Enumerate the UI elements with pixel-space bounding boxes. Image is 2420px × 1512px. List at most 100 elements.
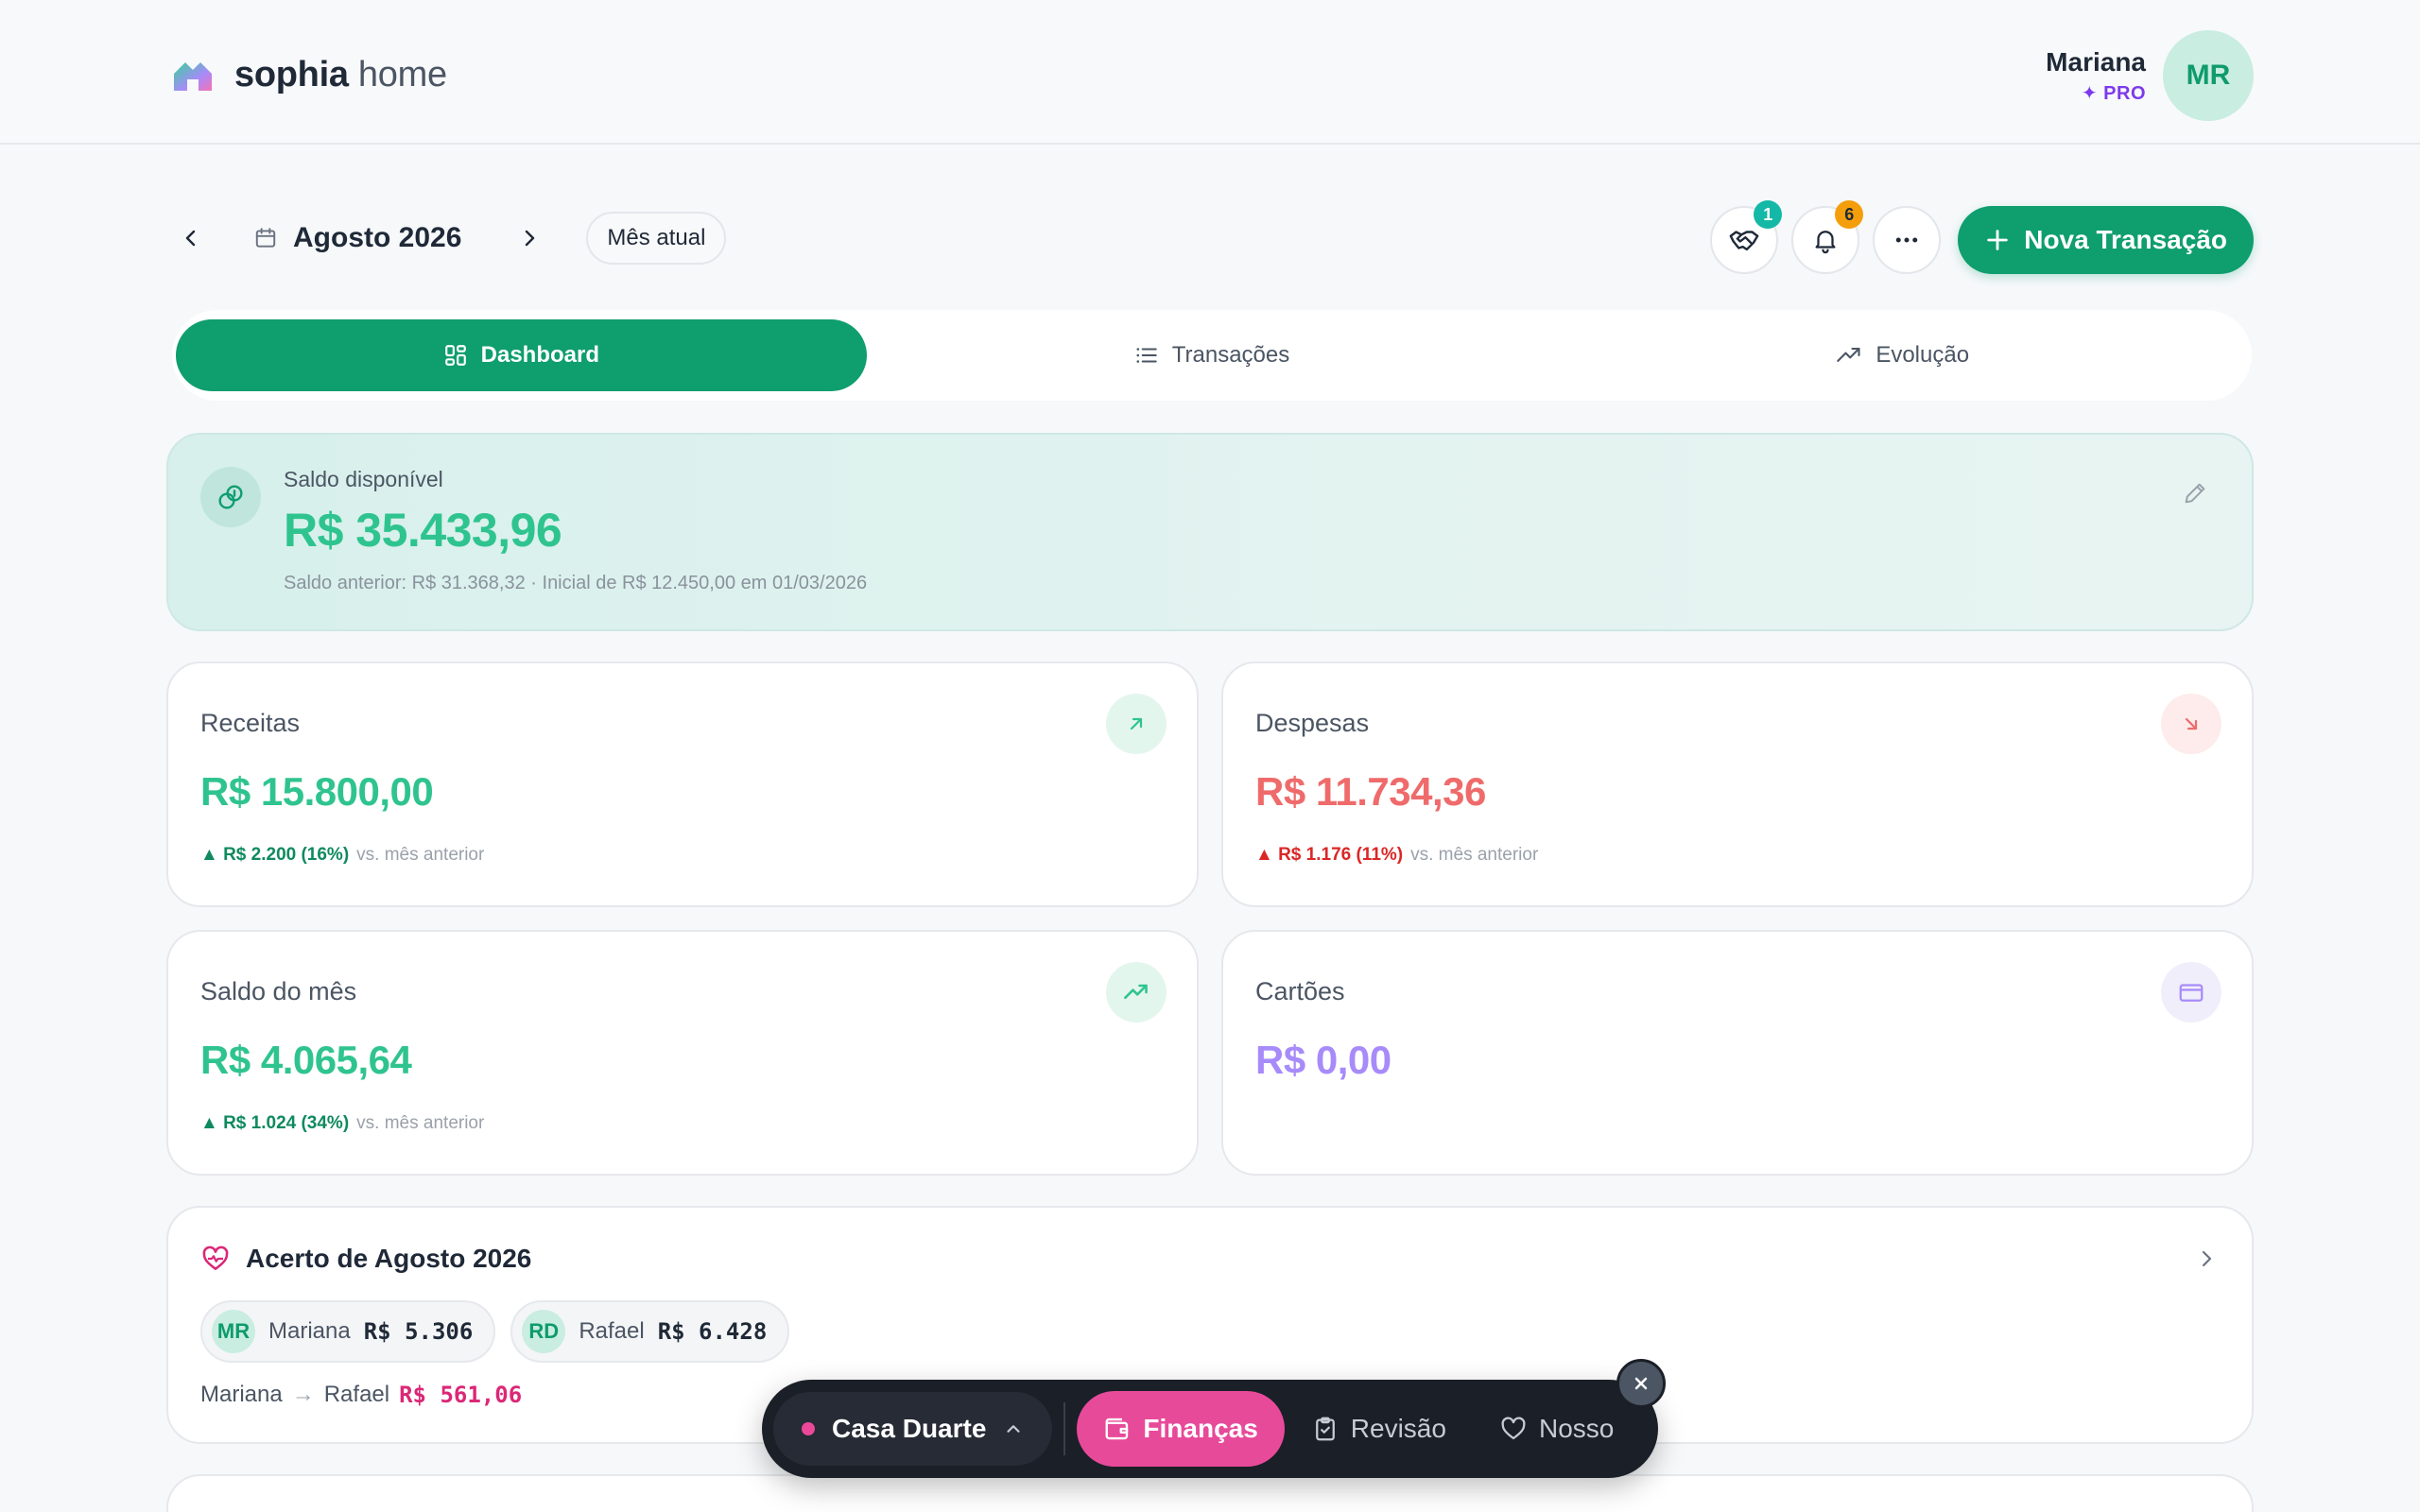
month-balance-card[interactable]: Saldo do mês R$ 4.065,64 ▲ R$ 1.024 (34%… [166,930,1199,1176]
month-balance-delta-value: ▲ R$ 1.024 (34%) [200,1113,350,1133]
expenses-title: Despesas [1255,709,1370,737]
status-dot [802,1422,815,1435]
month-navigation: Agosto 2026 Mês atual [172,208,727,268]
dock-finances[interactable]: Finanças [1077,1391,1285,1467]
income-title: Receitas [200,709,301,737]
pencil-icon [2185,483,2205,504]
close-dock-button[interactable] [1616,1359,1666,1408]
divider [1063,1402,1066,1455]
transfer-to: Rafael [323,1382,390,1407]
next-card [166,1474,2254,1512]
balance-label: Saldo disponível [284,467,443,491]
person-chip: RD Rafael R$ 6.428 [510,1300,790,1363]
household-name: Casa Duarte [832,1414,987,1443]
person-amount: R$ 5.306 [363,1318,474,1345]
user-menu[interactable]: Mariana ✦ PRO MR [2046,30,2254,121]
settlement-button[interactable]: 1 [1710,200,1783,274]
avatar: MR [212,1310,255,1353]
month-balance-delta-caption: vs. mês anterior [356,1113,485,1133]
income-delta-caption: vs. mês anterior [356,845,485,865]
income-delta-value: ▲ R$ 2.200 (16%) [200,845,350,865]
credit-cards-title: Cartões [1255,977,1345,1005]
available-balance-card: Saldo disponível R$ 35.433,96 Saldo ante… [166,433,2254,631]
new-transaction-button[interactable]: Nova Transação [1958,206,2254,274]
expenses-card[interactable]: Despesas R$ 11.734,36 ▲ R$ 1.176 (11%) v… [1221,662,2254,907]
house-logo-icon [172,59,214,93]
bottom-dock: Casa Duarte Finanças Revisão Nosso [762,1380,1658,1478]
chevron-right-icon [526,230,535,247]
person-chip: MR Mariana R$ 5.306 [200,1300,496,1363]
transfer-amount: R$ 561,06 [399,1382,523,1408]
chevron-left-icon [185,230,196,247]
dock-review-label: Revisão [1350,1414,1446,1443]
user-info: Mariana ✦ PRO [2046,47,2146,105]
trending-up-icon [1106,962,1167,1022]
person-name: Rafael [579,1318,645,1344]
view-tabs: Dashboard Transações Evolução [172,310,2252,401]
balance-subtitle: Saldo anterior: R$ 31.368,32 · Inicial d… [284,573,868,593]
income-card[interactable]: Receitas R$ 15.800,00 ▲ R$ 2.200 (16%) v… [166,662,1199,907]
settlement-header: Acerto de Agosto 2026 [200,1244,531,1274]
notifications-badge: 6 [1835,200,1864,229]
month-balance-delta: ▲ R$ 1.024 (34%) vs. mês anterior [200,1113,484,1134]
chevron-right-icon[interactable] [2195,1247,2218,1275]
next-month-button[interactable] [510,219,548,257]
expenses-delta-caption: vs. mês anterior [1410,845,1539,865]
notifications-button[interactable]: 6 [1791,200,1864,274]
handshake-icon [1729,231,1759,251]
credit-card-icon [2161,962,2221,1022]
brand-name: sophia home [234,55,447,95]
tab-transactions-label: Transações [1171,342,1290,368]
edit-balance-button[interactable] [2176,474,2214,512]
dock-ours-label: Nosso [1538,1414,1615,1443]
brand-bold: sophia [234,55,349,94]
dashboard-icon [444,345,466,366]
credit-cards-card[interactable]: Cartões R$ 0,00 [1221,930,2254,1176]
coins-icon [200,467,261,527]
income-delta: ▲ R$ 2.200 (16%) vs. mês anterior [200,845,484,866]
tab-dashboard-label: Dashboard [480,342,600,368]
person-name: Mariana [268,1318,351,1344]
tab-evolution[interactable]: Evolução [1557,319,2248,391]
close-icon [1634,1377,1648,1390]
header-actions: 1 6 Nova Transação [1710,200,2254,274]
current-month-button[interactable]: Mês atual [586,212,727,265]
income-value: R$ 15.800,00 [200,769,434,814]
transfer-arrow: → [291,1382,315,1407]
previous-month-button[interactable] [172,219,210,257]
wallet-icon [1105,1418,1129,1440]
avatar[interactable]: MR [2163,30,2254,121]
tab-dashboard[interactable]: Dashboard [176,319,867,391]
arrow-down-right-icon [2161,694,2221,754]
calendar-icon [255,228,276,248]
arrow-up-right-icon [1106,694,1167,754]
dock-finances-label: Finanças [1143,1414,1258,1443]
transfer-from: Mariana [200,1382,283,1407]
more-options-button[interactable] [1873,206,1942,274]
heart-pulse-icon [202,1246,229,1270]
month-balance-title: Saldo do mês [200,977,357,1005]
dock-ours[interactable]: Nosso [1473,1391,1640,1467]
household-switcher[interactable]: Casa Duarte [773,1392,1053,1466]
plan-badge: ✦ PRO [2081,82,2146,104]
month-label: Agosto 2026 [293,222,462,253]
chevron-up-icon [1007,1425,1021,1433]
avatar: RD [522,1310,566,1353]
heart-icon [1501,1417,1526,1440]
expenses-delta: ▲ R$ 1.176 (11%) vs. mês anterior [1255,845,1538,866]
month-balance-value: R$ 4.065,64 [200,1038,412,1082]
settlement-transfer: Mariana → Rafael R$ 561,06 [200,1382,522,1408]
balance-value: R$ 35.433,96 [284,504,562,557]
logo[interactable]: sophia home [172,55,447,95]
dock-review[interactable]: Revisão [1285,1391,1473,1467]
month-picker[interactable]: Agosto 2026 [253,222,461,254]
person-amount: R$ 6.428 [657,1318,768,1345]
more-horizontal-icon [1895,237,1918,243]
plus-icon [1987,230,2008,250]
tab-transactions[interactable]: Transações [867,319,1558,391]
brand-light: home [348,55,447,94]
tab-evolution-label: Evolução [1876,342,1970,368]
clipboard-check-icon [1315,1417,1335,1441]
new-transaction-label: Nova Transação [2024,225,2227,254]
expenses-value: R$ 11.734,36 [1255,769,1486,814]
